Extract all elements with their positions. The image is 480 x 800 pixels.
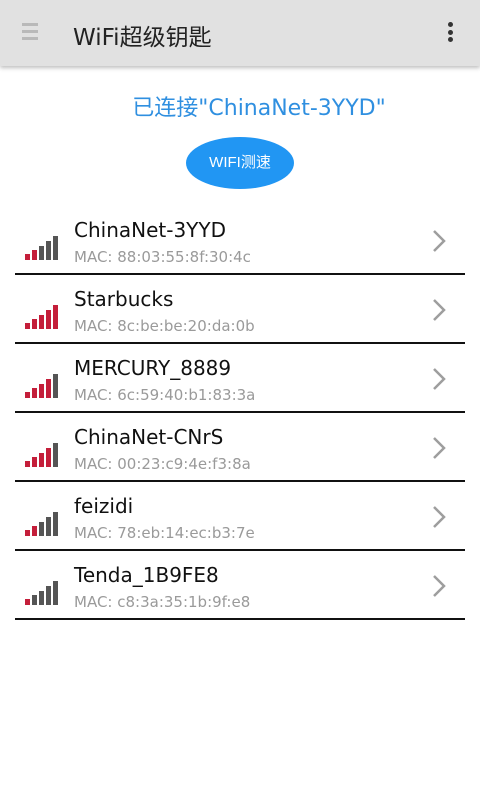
chevron-right-icon[interactable]: [431, 297, 447, 323]
network-row[interactable]: Tenda_1B9FE8 MAC: c8:3a:35:1b:9f:e8: [15, 551, 465, 620]
network-mac: MAC: 88:03:55:8f:30:4c: [74, 248, 251, 266]
network-ssid: Starbucks: [74, 287, 174, 311]
app-bar: WiFi超级钥匙: [0, 0, 480, 66]
wifi-signal-icon: [25, 510, 63, 536]
network-row[interactable]: ChinaNet-CNrS MAC: 00:23:c9:4e:f3:8a: [15, 413, 465, 482]
chevron-right-icon[interactable]: [431, 435, 447, 461]
network-mac: MAC: 8c:be:be:20:da:0b: [74, 317, 255, 335]
network-mac: MAC: 00:23:c9:4e:f3:8a: [74, 455, 251, 473]
menu-icon[interactable]: [22, 23, 38, 41]
network-ssid: ChinaNet-3YYD: [74, 218, 227, 242]
app-title: WiFi超级钥匙: [73, 25, 212, 51]
network-ssid: feizidi: [74, 494, 134, 518]
more-vertical-icon[interactable]: [446, 22, 454, 44]
network-row[interactable]: MERCURY_8889 MAC: 6c:59:40:b1:83:3a: [15, 344, 465, 413]
wifi-signal-icon: [25, 234, 63, 260]
wifi-speed-test-button[interactable]: WIFI测速: [186, 137, 294, 189]
network-ssid: MERCURY_8889: [74, 356, 232, 380]
wifi-signal-icon: [25, 303, 63, 329]
network-ssid: ChinaNet-CNrS: [74, 425, 224, 449]
wifi-signal-icon: [25, 441, 63, 467]
network-row[interactable]: feizidi MAC: 78:eb:14:ec:b3:7e: [15, 482, 465, 551]
chevron-right-icon[interactable]: [431, 228, 447, 254]
wifi-signal-icon: [25, 372, 63, 398]
network-row[interactable]: Starbucks MAC: 8c:be:be:20:da:0b: [15, 275, 465, 344]
connection-status: 已连接"ChinaNet-3YYD": [132, 96, 386, 121]
network-mac: MAC: 6c:59:40:b1:83:3a: [74, 386, 256, 404]
chevron-right-icon[interactable]: [431, 504, 447, 530]
network-row[interactable]: ChinaNet-3YYD MAC: 88:03:55:8f:30:4c: [15, 206, 465, 275]
chevron-right-icon[interactable]: [431, 573, 447, 599]
chevron-right-icon[interactable]: [431, 366, 447, 392]
wifi-network-list: ChinaNet-3YYD MAC: 88:03:55:8f:30:4c Starb…: [15, 206, 465, 620]
wifi-signal-icon: [25, 579, 63, 605]
network-ssid: Tenda_1B9FE8: [74, 563, 219, 587]
network-mac: MAC: 78:eb:14:ec:b3:7e: [74, 524, 255, 542]
network-mac: MAC: c8:3a:35:1b:9f:e8: [74, 593, 251, 611]
